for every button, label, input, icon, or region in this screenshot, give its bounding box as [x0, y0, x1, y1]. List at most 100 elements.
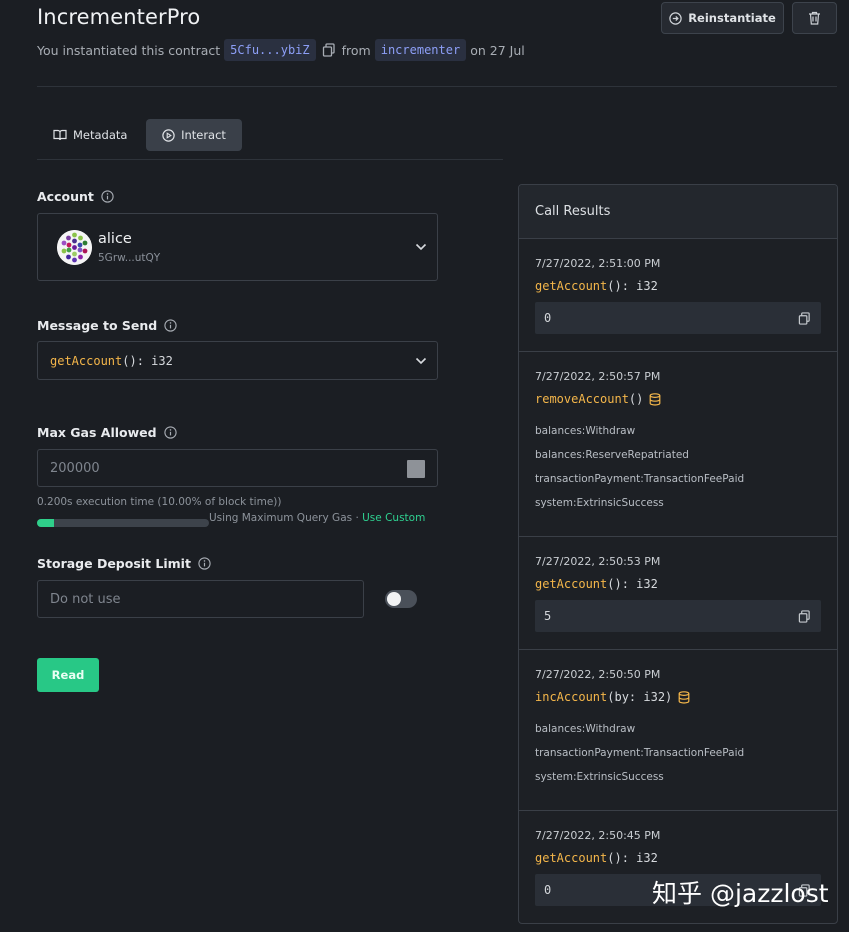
- separator-dot: ·: [355, 512, 359, 524]
- tabs-divider: [37, 159, 503, 160]
- message-function-name: getAccount: [50, 353, 123, 368]
- result-timestamp: 7/27/2022, 2:51:00 PM: [535, 257, 661, 270]
- event-list: balances:Withdraw transactionPayment:Tra…: [535, 722, 821, 784]
- database-icon: [678, 690, 690, 704]
- storage-deposit-input[interactable]: Do not use: [37, 580, 364, 618]
- event-item: system:ExtrinsicSuccess: [535, 771, 664, 783]
- gas-stepper[interactable]: [407, 460, 425, 478]
- result-timestamp: 7/27/2022, 2:50:50 PM: [535, 668, 661, 681]
- call-results-title: Call Results: [519, 185, 837, 239]
- message-label-row: Message to Send: [37, 318, 177, 333]
- result-timestamp: 7/27/2022, 2:50:53 PM: [535, 555, 661, 568]
- use-custom-link[interactable]: Use Custom: [362, 512, 425, 524]
- tab-metadata[interactable]: Metadata: [43, 119, 139, 151]
- call-result-item: 7/27/2022, 2:50:57 PM removeAccount() ba…: [519, 352, 837, 537]
- tab-metadata-label: Metadata: [73, 128, 128, 142]
- account-name: alice: [98, 231, 132, 247]
- info-icon[interactable]: [101, 190, 114, 203]
- event-item: balances:Withdraw: [535, 425, 636, 437]
- tab-interact-label: Interact: [181, 128, 226, 142]
- gas-label: Max Gas Allowed: [37, 425, 157, 440]
- result-timestamp: 7/27/2022, 2:50:57 PM: [535, 370, 661, 383]
- from-label: from: [341, 42, 371, 58]
- result-value: 0: [544, 311, 552, 325]
- database-icon: [649, 392, 661, 406]
- message-signature: (): i32: [122, 353, 173, 368]
- result-call: getAccount(): i32: [535, 577, 821, 591]
- storage-deposit-toggle[interactable]: [385, 590, 417, 608]
- gas-input[interactable]: 200000: [37, 449, 438, 487]
- result-function-name: getAccount: [535, 279, 608, 293]
- info-icon[interactable]: [163, 426, 177, 439]
- gas-value: 200000: [50, 460, 100, 476]
- account-label-row: Account: [37, 189, 114, 204]
- copy-icon[interactable]: [798, 311, 811, 325]
- result-call: incAccount(by: i32): [535, 690, 821, 704]
- result-function-name: removeAccount: [535, 392, 629, 406]
- result-call: getAccount(): i32: [535, 279, 821, 293]
- result-value: 5: [544, 609, 552, 623]
- reinstantiate-button[interactable]: Reinstantiate: [661, 2, 784, 34]
- info-icon[interactable]: [198, 557, 211, 570]
- storage-label-row: Storage Deposit Limit: [37, 556, 211, 571]
- gas-progress-fill: [37, 519, 55, 527]
- storage-placeholder: Do not use: [50, 591, 121, 607]
- execution-time-text: 0.200s execution time (10.00% of block t…: [37, 496, 282, 508]
- trash-icon: [809, 11, 820, 25]
- code-name-chip[interactable]: incrementer: [374, 39, 467, 61]
- account-select[interactable]: alice 5Grw...utQY: [37, 213, 438, 281]
- event-item: balances:ReserveRepatriated: [535, 449, 689, 461]
- account-avatar: [57, 230, 92, 265]
- contract-subtitle: You instantiated this contract 5Cfu...yb…: [37, 38, 525, 62]
- result-call: getAccount(): i32: [535, 851, 821, 865]
- contract-address-chip[interactable]: 5Cfu...ybiZ: [224, 39, 316, 61]
- play-circle-icon: [162, 128, 175, 142]
- gas-mode-row: Using Maximum Query Gas · Use Custom: [209, 512, 425, 524]
- event-item: system:ExtrinsicSuccess: [535, 497, 664, 509]
- account-label: Account: [37, 189, 94, 204]
- page-title: IncrementerPro: [37, 5, 201, 29]
- call-result-item: 7/27/2022, 2:50:53 PM getAccount(): i32 …: [519, 537, 837, 650]
- result-value: 0: [544, 883, 552, 897]
- book-icon: [53, 129, 67, 141]
- chevron-down-icon: [415, 243, 427, 251]
- call-results-panel: Call Results 7/27/2022, 2:51:00 PM getAc…: [518, 184, 838, 924]
- arrow-circle-icon: [669, 11, 682, 25]
- reinstantiate-label: Reinstantiate: [688, 11, 776, 25]
- gas-label-row: Max Gas Allowed: [37, 425, 177, 440]
- info-icon[interactable]: [164, 319, 177, 332]
- result-signature: (): i32: [607, 851, 658, 865]
- read-button[interactable]: Read: [37, 658, 99, 692]
- copy-icon[interactable]: [798, 609, 811, 623]
- result-signature: (): [628, 392, 644, 406]
- chevron-down-icon: [415, 357, 427, 365]
- using-max-text: Using Maximum Query Gas: [209, 512, 353, 524]
- message-select[interactable]: getAccount (): i32: [37, 341, 438, 380]
- tab-interact[interactable]: Interact: [146, 119, 242, 151]
- event-item: balances:Withdraw: [535, 723, 636, 735]
- result-function-name: getAccount: [535, 577, 608, 591]
- event-item: transactionPayment:TransactionFeePaid: [535, 473, 745, 485]
- message-label: Message to Send: [37, 318, 158, 333]
- event-item: transactionPayment:TransactionFeePaid: [535, 747, 745, 759]
- call-result-item: 7/27/2022, 2:51:00 PM getAccount(): i32 …: [519, 239, 837, 352]
- result-value-box: 5: [535, 600, 821, 632]
- result-function-name: incAccount: [535, 690, 608, 704]
- date-text: on 27 Jul: [470, 42, 525, 58]
- watermark-text: 知乎 @jazzlost: [652, 879, 829, 908]
- event-list: balances:Withdraw balances:ReserveRepatr…: [535, 424, 821, 510]
- storage-label: Storage Deposit Limit: [37, 556, 191, 571]
- result-call: removeAccount(): [535, 392, 821, 406]
- account-address: 5Grw...utQY: [98, 252, 161, 264]
- result-signature: (): i32: [607, 577, 658, 591]
- result-value-box: 0: [535, 302, 821, 334]
- result-signature: (by: i32): [607, 690, 673, 704]
- gas-progress-bar: [37, 519, 209, 527]
- result-timestamp: 7/27/2022, 2:50:45 PM: [535, 829, 661, 842]
- toggle-knob: [387, 592, 401, 606]
- result-function-name: getAccount: [535, 851, 608, 865]
- copy-icon[interactable]: [322, 43, 336, 57]
- header-divider: [37, 86, 837, 87]
- result-signature: (): i32: [607, 279, 658, 293]
- delete-button[interactable]: [792, 2, 837, 34]
